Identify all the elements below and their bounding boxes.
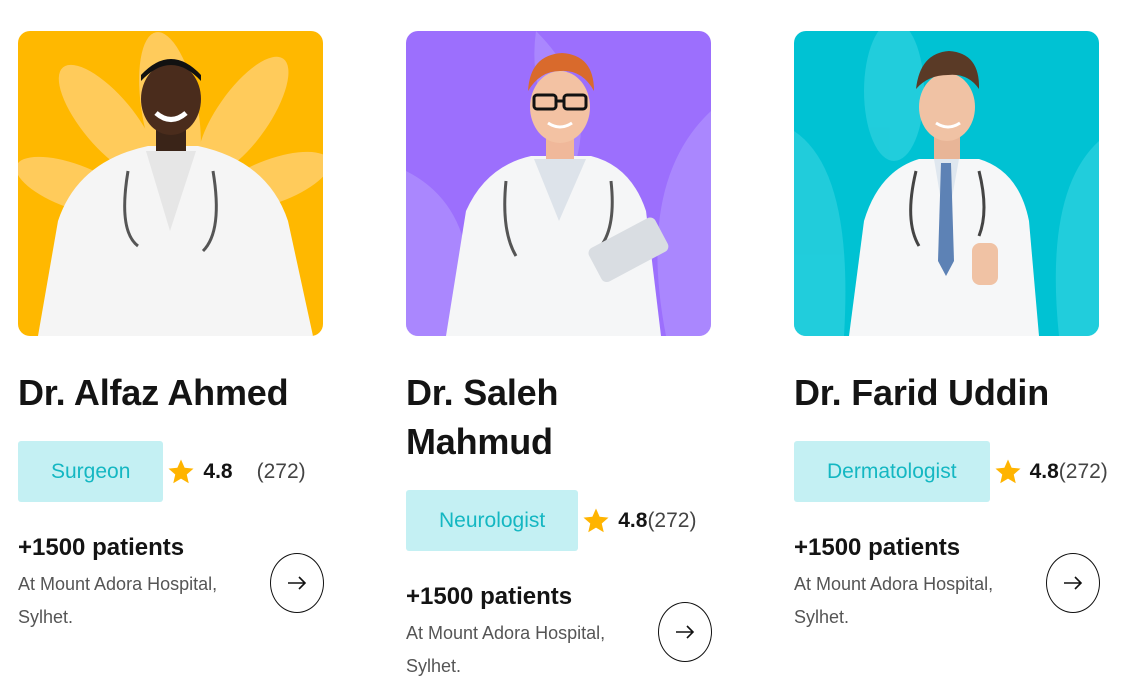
doctor-photo[interactable] — [18, 31, 323, 336]
arrow-right-icon — [676, 625, 695, 639]
specialty-badge: Surgeon — [18, 441, 164, 502]
rating-value: 4.8 — [1029, 459, 1059, 483]
doctor-meta: Neurologist 4.8 (272) — [406, 490, 712, 551]
review-count: (272) — [1058, 459, 1108, 483]
doctor-card: Dr. Saleh Mahmud Neurologist 4.8 (272) +… — [406, 31, 712, 691]
doctor-photo[interactable] — [406, 31, 711, 336]
doctor-info: +1500 patients At Mount Adora Hospital, … — [18, 532, 324, 642]
doctor-name[interactable]: Dr. Farid Uddin — [794, 368, 1100, 417]
patients-count: +1500 patients — [794, 534, 961, 561]
doctor-photo[interactable] — [794, 31, 1099, 336]
review-count: (272) — [256, 459, 306, 483]
patients-count: +1500 patients — [406, 583, 573, 610]
arrow-right-icon — [288, 576, 307, 590]
star-icon — [166, 457, 196, 487]
doctor-info: +1500 patients At Mount Adora Hospital, … — [794, 532, 1100, 642]
doctor-card: Dr. Alfaz Ahmed Surgeon 4.8 (272) +1500 … — [18, 31, 324, 642]
star-icon — [993, 457, 1023, 487]
doctor-info: +1500 patients At Mount Adora Hospital, … — [406, 581, 712, 691]
view-profile-button[interactable] — [1046, 553, 1100, 613]
specialty-badge: Neurologist — [406, 490, 579, 551]
star-icon — [581, 506, 611, 536]
hospital-location: At Mount Adora Hospital, Sylhet. — [18, 574, 218, 627]
doctor-meta: Surgeon 4.8 (272) — [18, 441, 324, 502]
specialty-badge: Dermatologist — [794, 441, 990, 502]
doctor-name[interactable]: Dr. Saleh Mahmud — [406, 368, 606, 466]
rating-value: 4.8 — [618, 508, 648, 532]
doctor-name[interactable]: Dr. Alfaz Ahmed — [18, 368, 324, 417]
rating-value: 4.8 — [203, 459, 233, 483]
doctor-portrait-image — [18, 31, 323, 336]
patients-count: +1500 patients — [18, 534, 185, 561]
doctor-portrait-image — [794, 31, 1099, 336]
arrow-right-icon — [1064, 576, 1083, 590]
view-profile-button[interactable] — [658, 602, 712, 662]
doctor-portrait-image — [406, 31, 711, 336]
doctor-meta: Dermatologist 4.8 (272) — [794, 441, 1108, 502]
hospital-location: At Mount Adora Hospital, Sylhet. — [406, 623, 606, 676]
hospital-location: At Mount Adora Hospital, Sylhet. — [794, 574, 994, 627]
doctor-card: Dr. Farid Uddin Dermatologist 4.8 (272) … — [794, 31, 1108, 642]
review-count: (272) — [647, 508, 697, 532]
view-profile-button[interactable] — [270, 553, 324, 613]
